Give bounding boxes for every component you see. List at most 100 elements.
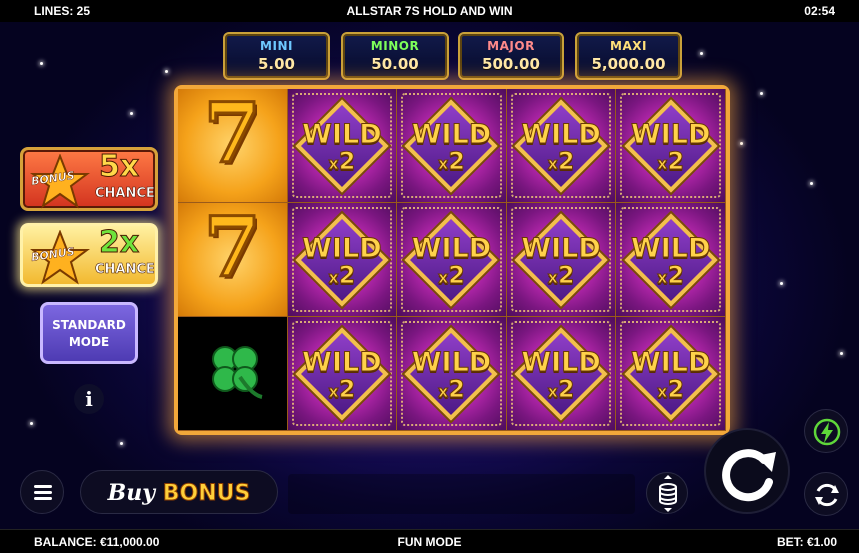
reel-symbol-wild: WILD x2 (616, 89, 726, 203)
bonus-multiplier: 5x (98, 149, 140, 184)
multiplier-prefix: x (657, 382, 668, 401)
menu-button[interactable] (20, 470, 64, 514)
wild-label: WILD (302, 233, 382, 264)
wild-multiplier: x2 (288, 375, 397, 403)
jackpot-mini: MINI 5.00 (223, 32, 330, 80)
bottom-status-bar: BALANCE: €11,000.00 FUN MODE BET: €1.00 (0, 529, 859, 553)
jackpot-major: MAJOR 500.00 (458, 32, 564, 80)
multiplier-prefix: x (328, 268, 339, 287)
lightning-icon (813, 418, 841, 446)
seven-symbol: 7 (202, 89, 262, 182)
reel-symbol-wild: WILD x2 (287, 317, 398, 431)
multiplier-value: 2 (448, 147, 466, 175)
coin-stack-icon (659, 475, 677, 512)
reel-symbol-seven: 7 (178, 89, 288, 203)
seven-symbol: 7 (202, 203, 262, 296)
buy-label: Buy (107, 480, 156, 506)
reel-symbol-wild: WILD x2 (287, 89, 398, 203)
multiplier-prefix: x (547, 268, 558, 287)
multiplier-prefix: x (328, 382, 339, 401)
wild-multiplier: x2 (288, 261, 397, 289)
reel-grid: 7 WILD x2 WILD x2 WILD x2 WILD x2 7 WILD x2 WILD x2 WI… (174, 85, 730, 435)
wild-label: WILD (411, 347, 492, 378)
reel-symbol-wild: WILD x2 (616, 203, 726, 317)
jackpot-value: 50.00 (371, 55, 419, 73)
wild-label: WILD (302, 119, 382, 150)
wild-label: WILD (521, 119, 601, 150)
bonus-chance-label: CHANCE (95, 262, 155, 278)
multiplier-prefix: x (547, 382, 558, 401)
clover-icon (212, 346, 263, 399)
multiplier-value: 2 (667, 147, 685, 175)
multiplier-value: 2 (557, 261, 575, 289)
reel-symbol-wild: WILD x2 (506, 203, 617, 317)
wild-multiplier: x2 (397, 261, 506, 289)
game-title: ALLSTAR 7S HOLD AND WIN (346, 4, 513, 18)
wild-multiplier: x2 (397, 375, 506, 403)
multiplier-prefix: x (437, 268, 449, 287)
multiplier-prefix: x (657, 268, 668, 287)
multiplier-value: 2 (338, 147, 356, 175)
reel-symbol-wild: WILD x2 (506, 89, 617, 203)
jackpot-name: MINI (260, 39, 293, 53)
autoplay-button[interactable] (804, 472, 848, 516)
game-stage: MINI 5.00 MINOR 50.00 MAJOR 500.00 MAXI 5,000.0… (0, 22, 859, 529)
message-bar (288, 474, 635, 514)
wild-label: WILD (411, 119, 492, 150)
bonus-chance-label: CHANCE (95, 186, 155, 202)
info-button[interactable]: i (74, 384, 104, 414)
reel-symbol-wild: WILD x2 (506, 317, 617, 431)
wild-label: WILD (630, 347, 711, 378)
wild-label: WILD (630, 119, 711, 150)
wild-label: WILD (630, 233, 711, 264)
multiplier-prefix: x (547, 154, 558, 173)
multiplier-value: 2 (338, 375, 356, 403)
wild-multiplier: x2 (507, 147, 616, 175)
jackpot-name: MINOR (370, 39, 420, 53)
multiplier-prefix: x (437, 154, 449, 173)
jackpot-name: MAJOR (487, 39, 535, 53)
jackpot-value: 5,000.00 (591, 55, 666, 73)
top-status-bar: LINES: 25 ALLSTAR 7S HOLD AND WIN 02:54 (0, 0, 859, 22)
multiplier-value: 2 (448, 375, 466, 403)
standard-mode-line2: MODE (68, 335, 110, 349)
jackpot-maxi: MAXI 5,000.00 (575, 32, 682, 80)
jackpot-minor: MINOR 50.00 (341, 32, 449, 80)
buy-bonus-button[interactable]: Buy BONUS (80, 470, 278, 514)
bet-select-button[interactable] (646, 472, 688, 514)
bonus-label: BONUS (162, 481, 251, 507)
wild-multiplier: x2 (288, 147, 397, 175)
multiplier-value: 2 (448, 261, 466, 289)
reel-symbol-seven: 7 (178, 203, 288, 317)
bonus-multiplier: 2x (98, 225, 140, 260)
clock: 02:54 (804, 4, 835, 18)
fun-mode-label: FUN MODE (397, 534, 462, 549)
wild-label: WILD (302, 347, 382, 378)
autoplay-icon (815, 483, 839, 507)
spin-button[interactable] (704, 428, 790, 514)
reel-symbol-wild: WILD x2 (397, 317, 507, 431)
turbo-button[interactable] (804, 409, 848, 453)
wild-label: WILD (411, 233, 492, 264)
jackpot-value: 500.00 (482, 55, 540, 73)
standard-mode-line1: STANDARD (52, 318, 126, 332)
wild-label: WILD (521, 233, 601, 264)
wild-multiplier: x2 (507, 261, 616, 289)
bonus-2x-chance-button[interactable]: BONUS 2x CHANCE (20, 223, 158, 287)
hamburger-icon (34, 485, 52, 488)
reel-symbol-wild: WILD x2 (397, 89, 507, 203)
multiplier-prefix: x (328, 154, 339, 173)
multiplier-value: 2 (557, 147, 575, 175)
wild-multiplier: x2 (507, 377, 616, 402)
multiplier-value: 2 (338, 261, 356, 289)
multiplier-prefix: x (657, 154, 668, 173)
reel-symbol-wild: WILD x2 (397, 203, 507, 317)
reel-symbol-wild: WILD x2 (616, 317, 726, 431)
standard-mode-button[interactable]: STANDARD MODE (40, 302, 138, 364)
jackpot-name: MAXI (610, 39, 647, 53)
bet-label: BET: €1.00 (776, 534, 837, 549)
bonus-5x-chance-button[interactable]: BONUS 5x CHANCE (20, 147, 158, 211)
spin-arrow-icon (722, 449, 776, 502)
wild-multiplier: x2 (616, 147, 725, 175)
multiplier-value: 2 (667, 261, 685, 289)
